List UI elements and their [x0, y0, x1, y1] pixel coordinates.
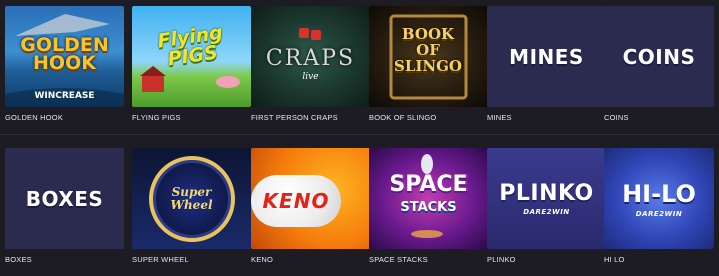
art-subtitle: STACKS [400, 200, 457, 215]
ball-icon: KENO [251, 175, 341, 227]
art-title: GOLDEN HOOK [20, 34, 109, 74]
game-tile-hi-lo[interactable]: HI-LO DARE2WIN HI LO [604, 148, 714, 264]
game-thumbnail[interactable]: PLINKO DARE2WIN [487, 148, 606, 249]
game-tile-first-person-craps[interactable]: CRAPS live FIRST PERSON CRAPS [251, 6, 370, 122]
row-divider [0, 134, 719, 135]
game-tile-space-stacks[interactable]: SPACE STACKS SPACE STACKS [369, 148, 488, 264]
game-label[interactable]: SUPER WHEEL [132, 255, 189, 264]
game-tile-book-of-slingo[interactable]: BOOK OF SLINGO BOOK OF SLINGO [369, 6, 488, 122]
game-label[interactable]: BOXES [5, 255, 32, 264]
game-tile-flying-pigs[interactable]: Flying PIGS FLYING PIGS [132, 6, 251, 122]
game-tile-mines[interactable]: MINES MINES [487, 6, 606, 122]
rocket-icon [411, 154, 443, 238]
art-subtitle: live [302, 72, 319, 82]
game-thumbnail[interactable]: Flying PIGS [132, 6, 251, 107]
game-tile-boxes[interactable]: BOXES BOXES [5, 148, 124, 264]
game-label[interactable]: BOOK OF SLINGO [369, 113, 436, 122]
art-title: HI-LO [622, 179, 696, 208]
game-thumbnail[interactable]: HI-LO DARE2WIN [604, 148, 714, 249]
game-tile-super-wheel[interactable]: Super Wheel SUPER WHEEL [132, 148, 251, 264]
game-label[interactable]: FLYING PIGS [132, 113, 181, 122]
game-tile-coins[interactable]: COINS COINS [604, 6, 714, 122]
art-title: SPACE [389, 172, 468, 197]
art-title: COINS [622, 44, 696, 69]
art-subtitle: DARE2WIN [523, 208, 570, 216]
art-title: MINES [509, 44, 584, 69]
art-title: Super Wheel [170, 184, 213, 212]
game-thumbnail[interactable]: COINS [604, 6, 714, 107]
game-label[interactable]: PLINKO [487, 255, 516, 264]
art-subtitle: WINCREASE [34, 91, 95, 101]
game-label[interactable]: COINS [604, 113, 629, 122]
game-thumbnail[interactable]: SPACE STACKS [369, 148, 488, 249]
art-title: CRAPS [265, 46, 356, 71]
wheel-icon: Super Wheel [148, 155, 235, 242]
game-grid: GOLDEN HOOK WINCREASE GOLDEN HOOK Flying… [0, 0, 719, 276]
game-label[interactable]: SPACE STACKS [369, 255, 428, 264]
game-thumbnail[interactable]: MINES [487, 6, 606, 107]
game-thumbnail[interactable]: Super Wheel [132, 148, 251, 249]
art-title: PLINKO [499, 181, 594, 206]
art-title: KENO [262, 189, 330, 213]
game-thumbnail[interactable]: CRAPS live [251, 6, 370, 107]
game-label[interactable]: KENO [251, 255, 273, 264]
game-label[interactable]: HI LO [604, 255, 625, 264]
game-label[interactable]: MINES [487, 113, 512, 122]
game-tile-keno[interactable]: KENO KENO [251, 148, 370, 264]
game-thumbnail[interactable]: KENO [251, 148, 370, 249]
game-thumbnail[interactable]: BOXES [5, 148, 124, 249]
game-label[interactable]: FIRST PERSON CRAPS [251, 113, 338, 122]
art-title: BOXES [25, 186, 104, 211]
game-thumbnail[interactable]: BOOK OF SLINGO [369, 6, 488, 107]
game-tile-golden-hook[interactable]: GOLDEN HOOK WINCREASE GOLDEN HOOK [5, 6, 124, 122]
art-title: BOOK OF SLINGO [394, 25, 462, 75]
game-thumbnail[interactable]: GOLDEN HOOK WINCREASE [5, 6, 124, 107]
art-subtitle: DARE2WIN [635, 209, 683, 218]
game-label[interactable]: GOLDEN HOOK [5, 113, 63, 122]
game-tile-plinko[interactable]: PLINKO DARE2WIN PLINKO [487, 148, 606, 264]
